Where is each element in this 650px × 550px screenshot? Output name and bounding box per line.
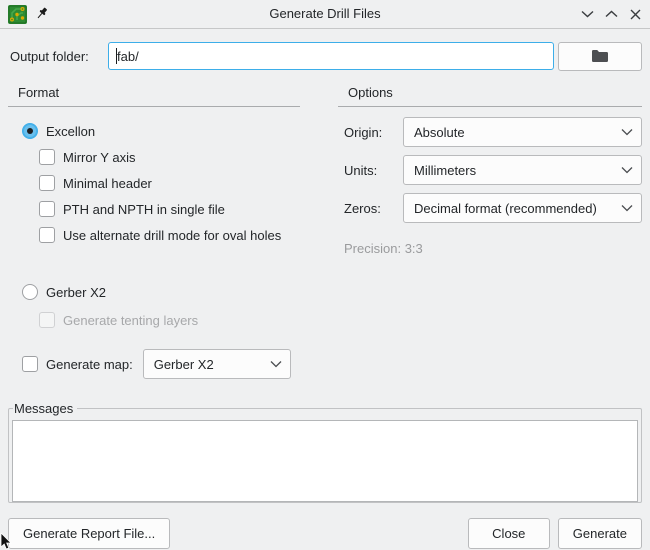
- precision-value: Precision: 3:3: [338, 241, 642, 256]
- chevron-down-icon: [621, 128, 633, 136]
- checkbox-generate-map[interactable]: Generate map:: [22, 356, 143, 372]
- zeros-label: Zeros:: [338, 201, 403, 216]
- generate-report-file-button[interactable]: Generate Report File...: [8, 518, 170, 549]
- close-window-icon[interactable]: [628, 7, 642, 21]
- radio-excellon[interactable]: Excellon: [22, 120, 300, 142]
- units-label: Units:: [338, 163, 403, 178]
- map-format-select[interactable]: Gerber X2: [143, 349, 291, 379]
- mouse-cursor: [0, 533, 14, 550]
- text-caret: [116, 48, 117, 64]
- checkbox-icon[interactable]: [39, 149, 55, 165]
- checkbox-alternate-drill-mode[interactable]: Use alternate drill mode for oval holes: [39, 222, 300, 248]
- checkbox-icon[interactable]: [39, 227, 55, 243]
- units-select[interactable]: Millimeters: [403, 155, 642, 185]
- titlebar[interactable]: Generate Drill Files: [0, 0, 650, 29]
- window-title: Generate Drill Files: [0, 0, 650, 27]
- folder-icon: [591, 49, 609, 63]
- messages-label: Messages: [13, 401, 77, 416]
- checkbox-generate-tenting-layers: Generate tenting layers: [39, 307, 300, 333]
- radio-selected-icon[interactable]: [22, 123, 38, 139]
- checkbox-icon[interactable]: [22, 356, 38, 372]
- messages-output[interactable]: [12, 420, 638, 502]
- maximize-button[interactable]: [604, 7, 618, 21]
- messages-group: Messages: [8, 401, 642, 503]
- checkbox-minimal-header[interactable]: Minimal header: [39, 170, 300, 196]
- checkbox-disabled-icon: [39, 312, 55, 328]
- format-section-header: Format: [8, 85, 300, 107]
- chevron-down-icon: [621, 204, 633, 212]
- origin-label: Origin:: [338, 125, 403, 140]
- checkbox-mirror-y-axis[interactable]: Mirror Y axis: [39, 144, 300, 170]
- zeros-select[interactable]: Decimal format (recommended): [403, 193, 642, 223]
- radio-unselected-icon[interactable]: [22, 284, 38, 300]
- generate-drill-files-dialog: Generate Drill Files Output folder:: [0, 0, 650, 550]
- kicad-pcbnew-app-icon: [8, 5, 27, 24]
- checkbox-icon[interactable]: [39, 201, 55, 217]
- browse-folder-button[interactable]: [558, 42, 642, 71]
- close-button[interactable]: Close: [468, 518, 550, 549]
- generate-button[interactable]: Generate: [558, 518, 642, 549]
- pin-icon[interactable]: [36, 7, 50, 21]
- checkbox-icon[interactable]: [39, 175, 55, 191]
- chevron-down-icon: [270, 360, 282, 368]
- chevron-down-icon: [621, 166, 633, 174]
- minimize-button[interactable]: [580, 7, 594, 21]
- output-folder-label: Output folder:: [8, 49, 108, 64]
- radio-gerber-x2[interactable]: Gerber X2: [22, 281, 300, 303]
- output-folder-input[interactable]: [108, 42, 554, 70]
- options-section-header: Options: [338, 85, 642, 107]
- checkbox-pth-npth-single-file[interactable]: PTH and NPTH in single file: [39, 196, 300, 222]
- origin-select[interactable]: Absolute: [403, 117, 642, 147]
